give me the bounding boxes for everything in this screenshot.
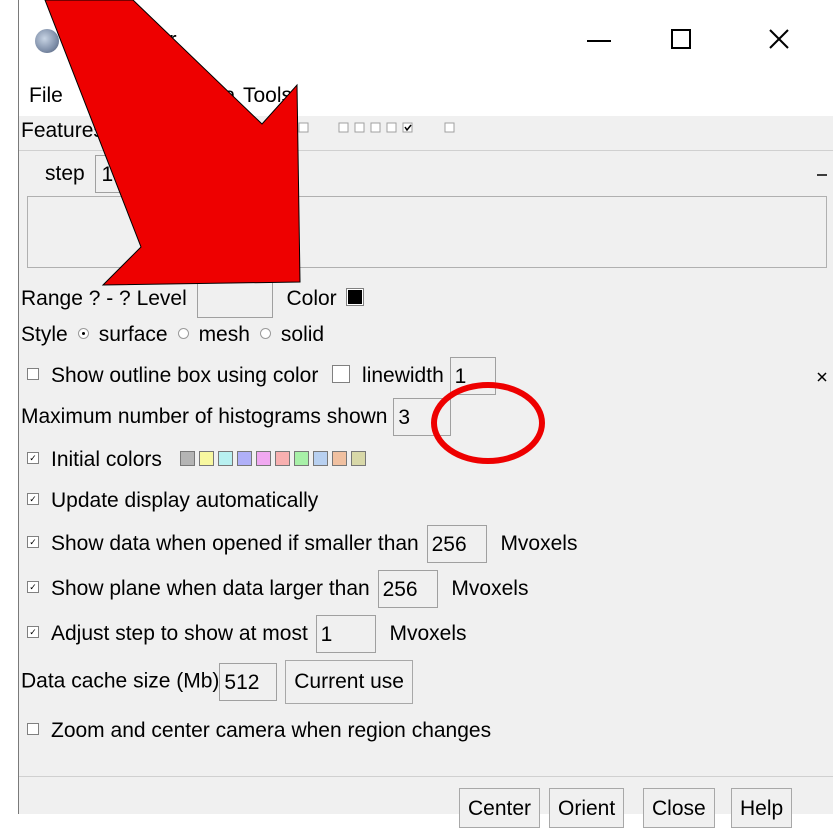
divider (19, 776, 833, 777)
menu-tools[interactable]: Tools (243, 84, 292, 108)
menu-data[interactable]: Data (191, 84, 235, 108)
initial-colors-label: Initial colors (51, 448, 162, 471)
style-solid-radio[interactable] (259, 327, 271, 339)
feature-checkboxes[interactable] (189, 121, 479, 135)
cache-row: Data cache size (Mb) 512 Current use (21, 660, 413, 704)
zoom-row: Zoom and center camera when region chang… (21, 718, 491, 744)
show-plane-checkbox[interactable]: ✓ (27, 581, 39, 594)
adjust-step-label: Adjust step to show at most (51, 622, 308, 645)
color-swatch[interactable] (236, 450, 252, 466)
initial-color-swatches[interactable] (179, 448, 370, 471)
color-swatch[interactable] (255, 450, 271, 466)
menu-bar: File F s Data Tools (19, 80, 833, 116)
menu-features-tail: s (165, 84, 176, 107)
initial-colors-row: ✓ Initial colors (21, 447, 370, 473)
style-surface-label: surface (98, 323, 168, 346)
update-row: ✓ Update display automatically (21, 488, 318, 514)
color-swatch[interactable] (350, 450, 366, 466)
close-window-button[interactable] (749, 20, 809, 60)
features-label: Features (21, 119, 104, 142)
menu-file[interactable]: File (29, 84, 63, 108)
color-swatch[interactable] (217, 450, 233, 466)
show-data-unit: Mvoxels (500, 532, 578, 555)
range-row: Range ? - ? Level Color (21, 280, 364, 319)
maximize-button[interactable] (651, 20, 711, 60)
cache-label: Data cache size (Mb) (21, 669, 220, 693)
linewidth-field[interactable]: 1 (449, 357, 496, 396)
close-button[interactable]: Close (643, 788, 715, 828)
color-swatch[interactable] (179, 450, 195, 466)
outline-row: Show outline box using color linewidth 1 (21, 357, 496, 396)
style-surface-radio[interactable] (77, 327, 89, 339)
title-bar: me Viewer (19, 0, 833, 80)
show-plane-unit: Mvoxels (451, 577, 529, 600)
center-button[interactable]: Center (459, 788, 541, 828)
step-label: step (45, 162, 85, 185)
update-label: Update display automatically (51, 489, 319, 512)
adjust-step-checkbox[interactable]: ✓ (27, 626, 39, 639)
style-row: Style surface mesh solid (21, 322, 324, 348)
panel-close-icon[interactable] (815, 370, 829, 384)
cache-field[interactable]: 512 (219, 663, 278, 701)
level-field[interactable] (196, 280, 273, 319)
histograms-row: Maximum number of histograms shown 3 (21, 398, 452, 437)
help-button[interactable]: Help (731, 788, 793, 828)
histogram-panel[interactable] (27, 196, 827, 268)
style-label: Style (21, 323, 68, 346)
style-solid-label: solid (280, 323, 325, 346)
adjust-step-row: ✓ Adjust step to show at most 1 Mvoxels (21, 615, 467, 654)
color-swatch[interactable] (274, 450, 290, 466)
panel-collapse-icon[interactable] (815, 165, 829, 179)
volume-viewer-window: me Viewer File F s Data Tools Features s… (18, 0, 833, 828)
minimize-icon (587, 40, 611, 42)
show-plane-label: Show plane when data larger than (51, 577, 370, 600)
color-swatch[interactable] (293, 450, 309, 466)
histograms-field[interactable]: 3 (393, 398, 452, 437)
step-field[interactable]: 1 (94, 155, 127, 194)
features-row: Features (21, 118, 104, 144)
linewidth-label: linewidth (362, 364, 444, 387)
orient-button[interactable]: Orient (549, 788, 625, 828)
show-data-row: ✓ Show data when opened if smaller than 2… (21, 525, 578, 564)
current-use-button[interactable]: Current use (285, 660, 413, 704)
initial-colors-checkbox[interactable]: ✓ (27, 452, 39, 465)
show-data-label: Show data when opened if smaller than (51, 532, 419, 555)
outline-color-swatch[interactable] (332, 365, 351, 384)
outline-label: Show outline box using color (51, 364, 319, 387)
close-icon (769, 29, 789, 49)
adjust-step-unit: Mvoxels (389, 622, 467, 645)
style-mesh-label: mesh (198, 323, 250, 346)
adjust-step-field[interactable]: 1 (315, 615, 376, 654)
color-label: Color (286, 287, 337, 310)
style-mesh-radio[interactable] (177, 327, 189, 339)
histograms-label: Maximum number of histograms shown (21, 405, 388, 428)
show-plane-field[interactable]: 256 (377, 570, 438, 609)
update-checkbox[interactable]: ✓ (27, 493, 39, 506)
divider (19, 150, 833, 151)
range-label: Range ? - ? Level (21, 287, 187, 310)
show-data-field[interactable]: 256 (426, 525, 487, 564)
outline-checkbox[interactable] (27, 368, 39, 381)
show-plane-row: ✓ Show plane when data larger than 256 Mv… (21, 570, 529, 609)
color-swatch[interactable] (198, 450, 214, 466)
step-row: step 1 (45, 154, 127, 194)
color-swatch[interactable] (312, 450, 328, 466)
app-icon (35, 29, 59, 53)
menu-features[interactable]: F (83, 84, 96, 108)
color-swatch[interactable] (345, 288, 364, 307)
minimize-button[interactable] (569, 20, 629, 60)
zoom-checkbox[interactable] (27, 723, 39, 736)
zoom-label: Zoom and center camera when region chang… (51, 719, 492, 742)
maximize-icon (671, 29, 691, 49)
color-swatch[interactable] (331, 450, 347, 466)
show-data-checkbox[interactable]: ✓ (27, 536, 39, 549)
window-title: me Viewer (73, 27, 177, 52)
